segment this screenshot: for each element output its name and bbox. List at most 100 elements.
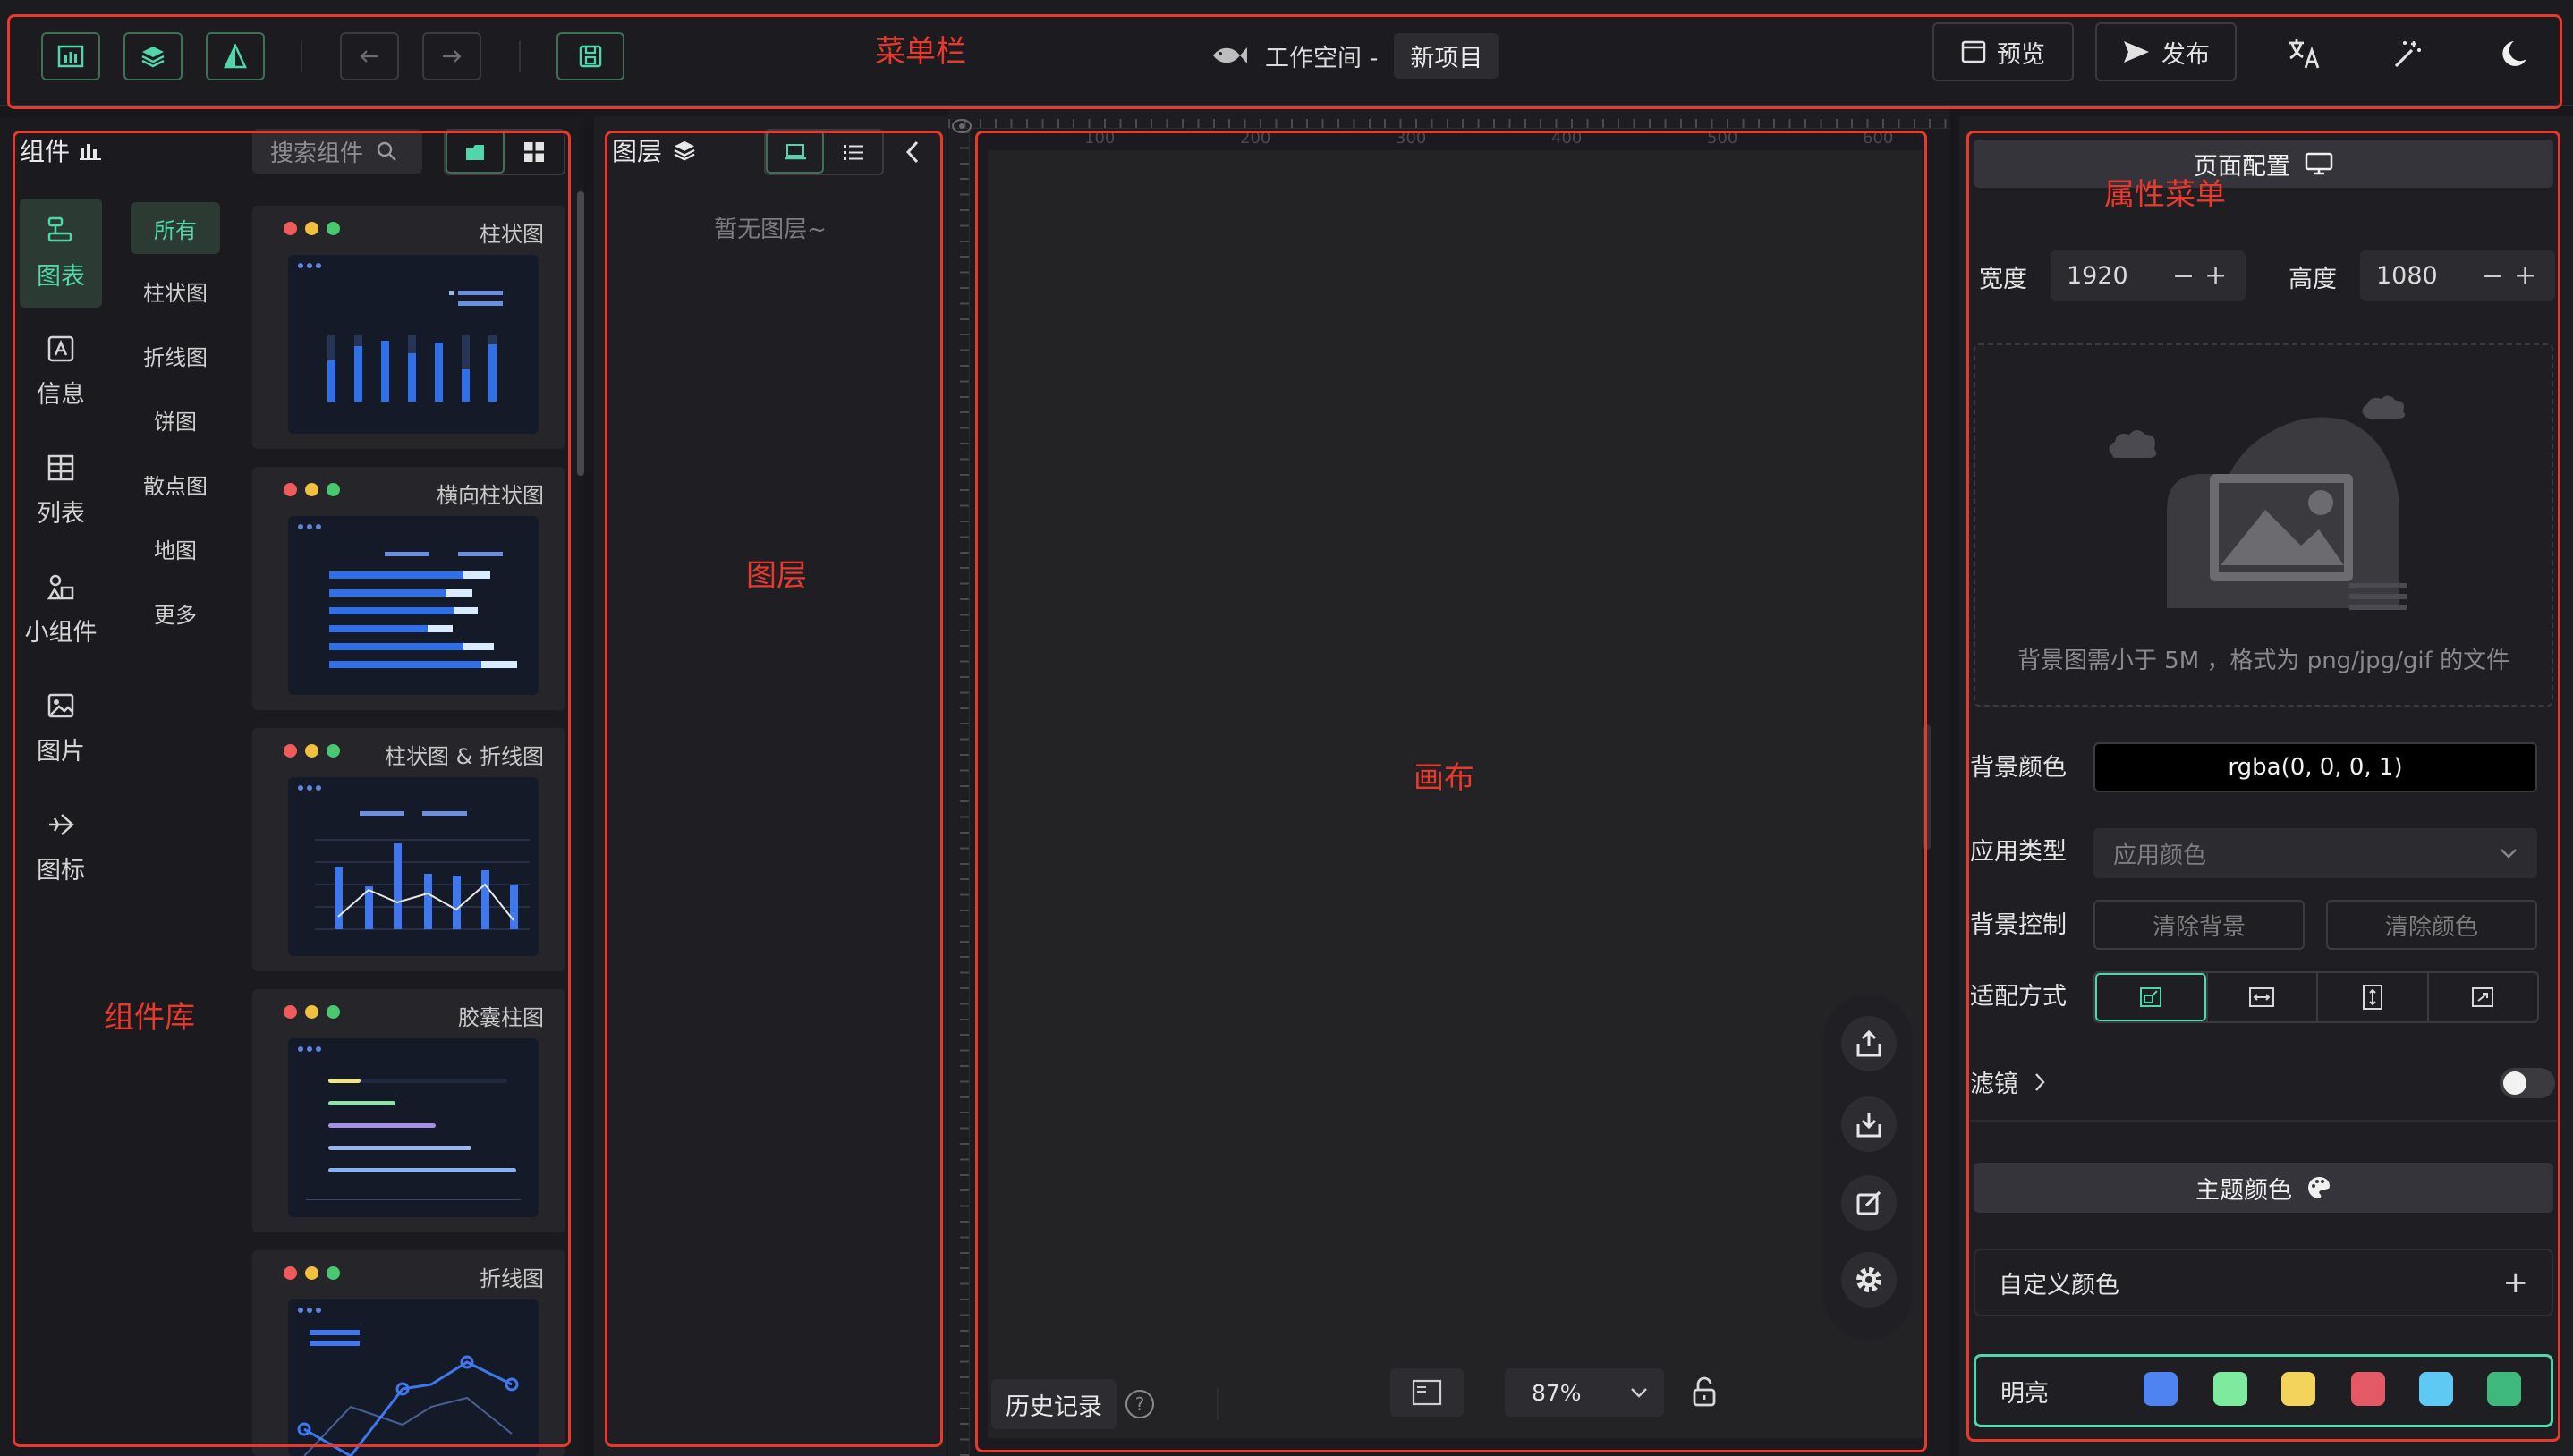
minimap-button[interactable]	[1390, 1368, 1464, 1417]
theme-swatch	[2213, 1372, 2247, 1406]
sidebar-item-table[interactable]: 列表	[20, 436, 102, 545]
history-help-icon[interactable]: ?	[1125, 1390, 1154, 1418]
component-search-input[interactable]: 搜索组件	[252, 129, 422, 174]
save-button[interactable]	[556, 32, 624, 80]
background-upload-area[interactable]: 背景图需小于 5M ，格式为 png/jpg/gif 的文件	[1974, 343, 2553, 707]
theme-swatch	[2144, 1372, 2178, 1406]
ruler-tick-label: 400	[1551, 129, 1583, 148]
filter-toggle[interactable]	[2500, 1068, 2555, 1098]
theme-swatch	[2351, 1372, 2385, 1406]
theme-option-bright[interactable]	[1974, 1354, 2553, 1427]
theme-color-header: 主题颜色	[1974, 1163, 2553, 1213]
layer-thumbnail-view-button[interactable]	[766, 131, 825, 174]
theme-toggle-button[interactable]	[2496, 32, 2539, 75]
translate-icon	[2289, 39, 2320, 69]
window-dots	[284, 222, 340, 235]
layer-list-view-button[interactable]	[824, 131, 882, 174]
layers-title: 图层	[612, 137, 663, 166]
toggle-knob	[2503, 1071, 2526, 1095]
zoom-select[interactable]: 87%	[1505, 1368, 1664, 1417]
custom-color-row[interactable]: 自定义颜色 +	[1974, 1249, 2553, 1316]
category-bar[interactable]: 柱状图	[131, 265, 220, 317]
clear-color-button[interactable]: 清除颜色	[2326, 900, 2537, 950]
bg-color-value: rgba(0, 0, 0, 1)	[2228, 754, 2403, 781]
category-all[interactable]: 所有	[131, 202, 220, 254]
line-chart-thumbnail	[288, 1299, 539, 1456]
component-card-horizontal-bar[interactable]: 横向柱状图	[252, 467, 565, 710]
layers-panel	[594, 116, 947, 1456]
capsule-bar-thumbnail	[288, 1038, 539, 1217]
card-title: 柱状图	[480, 222, 544, 247]
horizontal-ruler	[948, 107, 1950, 129]
layer-view-group	[764, 129, 884, 175]
export-button[interactable]	[1841, 1016, 1897, 1071]
sidebar-item-images[interactable]: 图片	[20, 673, 102, 783]
category-more[interactable]: 更多	[131, 587, 220, 639]
zoom-value: 87%	[1532, 1379, 1582, 1406]
grid-view-button[interactable]	[505, 131, 564, 174]
toggle-layers-button[interactable]	[123, 32, 183, 80]
category-pie[interactable]: 饼图	[131, 394, 220, 445]
toggle-charts-button[interactable]	[41, 32, 100, 80]
component-card-bar[interactable]: 柱状图	[252, 206, 565, 449]
library-scrollbar[interactable]	[577, 191, 584, 476]
clear-background-button[interactable]: 清除背景	[2093, 900, 2305, 950]
edit-button[interactable]	[1841, 1175, 1897, 1231]
ruler-eye-icon[interactable]	[952, 116, 972, 136]
component-card-line[interactable]: 折线图	[252, 1250, 565, 1456]
sidebar-item-charts[interactable]: 图表	[20, 199, 102, 308]
sidebar-label: 图标	[37, 856, 85, 885]
bar-chart-small-icon	[80, 144, 102, 160]
import-button[interactable]	[1841, 1096, 1897, 1152]
fit-mode-width-button[interactable]	[2205, 973, 2317, 1021]
publish-button[interactable]: 发布	[2095, 22, 2237, 81]
canvas-scrollbar[interactable]	[1923, 724, 1931, 850]
apply-type-select[interactable]: 应用颜色	[2093, 828, 2537, 878]
collapse-layers-button[interactable]	[898, 134, 927, 170]
width-value: 1920	[2067, 261, 2128, 290]
add-custom-color-icon[interactable]: +	[2503, 1265, 2529, 1300]
width-increment-button[interactable]: +	[2204, 260, 2227, 292]
fit-mode-full-button[interactable]	[2426, 973, 2538, 1021]
fit-mode-fit-button[interactable]	[2095, 973, 2206, 1021]
arrow-left-icon	[360, 50, 378, 63]
toggle-properties-button[interactable]	[206, 32, 265, 80]
component-card-capsule-bar[interactable]: 胶囊柱图	[252, 989, 565, 1232]
sidebar-item-info[interactable]: 信息	[20, 317, 102, 426]
height-label: 高度	[2289, 266, 2337, 293]
fit-mode-height-button[interactable]	[2316, 973, 2427, 1021]
fit-height-icon	[2362, 985, 2382, 1010]
width-input[interactable]: 1920 − +	[2051, 250, 2246, 301]
category-scatter[interactable]: 散点图	[131, 458, 220, 510]
apply-type-value: 应用颜色	[2113, 842, 2207, 869]
bg-color-input[interactable]: rgba(0, 0, 0, 1)	[2093, 742, 2537, 792]
filter-row[interactable]: 滤镜	[1970, 1064, 2045, 1099]
workspace-label: 工作空间 -	[1265, 44, 1379, 72]
apply-type-label: 应用类型	[1970, 838, 2067, 866]
sidebar-item-icons[interactable]: 图标	[20, 792, 102, 902]
height-increment-button[interactable]: +	[2514, 260, 2536, 292]
card-view-button[interactable]	[446, 131, 505, 174]
lock-button[interactable]	[1689, 1372, 1720, 1411]
fit-mode-group	[2093, 971, 2539, 1023]
preview-button[interactable]: 预览	[1932, 22, 2074, 81]
width-decrement-button[interactable]: −	[2172, 260, 2195, 292]
category-map[interactable]: 地图	[131, 522, 220, 574]
settings-button[interactable]	[1841, 1252, 1897, 1308]
magic-button[interactable]	[2387, 32, 2430, 75]
component-card-bar-line[interactable]: 柱状图 & 折线图	[252, 728, 565, 971]
history-button[interactable]: 历史记录	[991, 1379, 1117, 1429]
sidebar-item-widgets[interactable]: 小组件	[20, 554, 102, 664]
height-input[interactable]: 1080 − +	[2360, 250, 2555, 301]
grid-icon	[524, 142, 544, 162]
language-button[interactable]	[2283, 32, 2326, 75]
height-decrement-button[interactable]: −	[2482, 260, 2504, 292]
chevron-right-icon	[2035, 1072, 2045, 1091]
redo-button[interactable]	[422, 32, 481, 80]
undo-button[interactable]	[340, 32, 399, 80]
category-line[interactable]: 折线图	[131, 329, 220, 381]
theme-swatch	[2281, 1372, 2315, 1406]
share-upload-icon	[1856, 1029, 1881, 1057]
project-name[interactable]: 新项目	[1394, 32, 1499, 79]
ruler-tick-label: 600	[1863, 129, 1894, 148]
